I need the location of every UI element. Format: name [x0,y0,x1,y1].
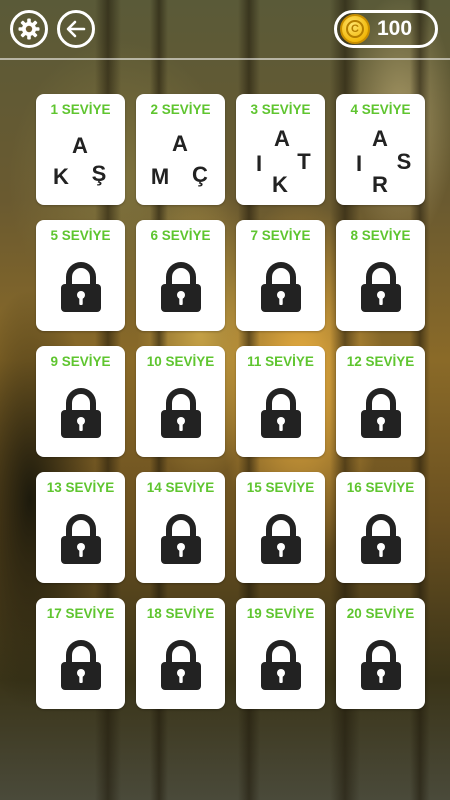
level-label: 8 SEVİYE [350,228,411,243]
letter-tile: Ş [91,161,107,186]
level-card-10[interactable]: 10 SEVİYE [136,346,225,457]
lock-icon [260,514,302,571]
level-card-16[interactable]: 16 SEVİYE [336,472,425,583]
coin-icon: C [340,14,370,44]
settings-button[interactable] [10,10,48,48]
level-label: 13 SEVİYE [46,480,115,495]
top-bar: C 100 [0,0,450,60]
level-label: 9 SEVİYE [50,354,111,369]
lock-icon [160,262,202,319]
coin-symbol: C [346,20,364,38]
level-card-4[interactable]: 4 SEVİYE A I S R [336,94,425,205]
lock-icon [60,388,102,445]
lock-icon [160,388,202,445]
letter-tile: S [396,149,412,174]
level-card-11[interactable]: 11 SEVİYE [236,346,325,457]
level-label: 1 SEVİYE [50,102,111,117]
level-label: 11 SEVİYE [247,354,314,369]
level-label: 4 SEVİYE [350,102,411,117]
letter-tile: I [355,151,363,176]
lock-icon [60,640,102,697]
back-button[interactable] [57,10,95,48]
level-label: 18 SEVİYE [146,606,215,621]
level-card-18[interactable]: 18 SEVİYE [136,598,225,709]
level-label: 19 SEVİYE [246,606,315,621]
level-label: 2 SEVİYE [150,102,211,117]
level-grid: 1 SEVİYE A K Ş 2 SEVİYE A M Ç 3 SEVİYE A… [36,94,425,709]
level-label: 17 SEVİYE [46,606,115,621]
lock-icon [60,262,102,319]
level-card-15[interactable]: 15 SEVİYE [236,472,325,583]
letter-tile: K [53,164,69,189]
level-label: 10 SEVİYE [146,354,215,369]
lock-icon [360,262,402,319]
lock-icon [360,514,402,571]
letter-tile: A [72,133,88,158]
lock-icon [160,514,202,571]
level-label: 7 SEVİYE [250,228,311,243]
lock-icon [260,640,302,697]
level-card-9[interactable]: 9 SEVİYE [36,346,125,457]
level-card-1[interactable]: 1 SEVİYE A K Ş [36,94,125,205]
level-card-14[interactable]: 14 SEVİYE [136,472,225,583]
level-card-6[interactable]: 6 SEVİYE [136,220,225,331]
level-card-2[interactable]: 2 SEVİYE A M Ç [136,94,225,205]
arrow-left-icon [66,20,86,38]
level-label: 14 SEVİYE [146,480,215,495]
level-card-3[interactable]: 3 SEVİYE A I T K [236,94,325,205]
level-card-20[interactable]: 20 SEVİYE [336,598,425,709]
gear-icon [18,18,40,40]
coin-counter: C 100 [334,10,438,48]
lock-icon [360,640,402,697]
level-card-5[interactable]: 5 SEVİYE [36,220,125,331]
letter-tile: A [274,126,290,151]
letter-tile: T [297,149,311,174]
level-card-13[interactable]: 13 SEVİYE [36,472,125,583]
lock-icon [260,262,302,319]
level-card-8[interactable]: 8 SEVİYE [336,220,425,331]
level-card-17[interactable]: 17 SEVİYE [36,598,125,709]
level-label: 16 SEVİYE [346,480,415,495]
lock-icon [360,388,402,445]
level-label: 20 SEVİYE [346,606,415,621]
lock-icon [160,640,202,697]
coin-count: 100 [377,17,413,40]
lock-icon [260,388,302,445]
letter-tile: I [255,151,263,176]
level-label: 3 SEVİYE [250,102,311,117]
letter-tile: Ç [192,162,208,187]
level-label: 5 SEVİYE [50,228,111,243]
level-card-19[interactable]: 19 SEVİYE [236,598,325,709]
letter-tile: M [150,164,170,189]
letter-tile: A [172,131,188,156]
level-label: 15 SEVİYE [246,480,315,495]
letter-tile: K [272,172,288,197]
lock-icon [60,514,102,571]
level-label: 6 SEVİYE [150,228,211,243]
letter-tile: R [372,172,388,197]
level-card-12[interactable]: 12 SEVİYE [336,346,425,457]
letter-tile: A [372,126,388,151]
level-label: 12 SEVİYE [346,354,415,369]
level-card-7[interactable]: 7 SEVİYE [236,220,325,331]
